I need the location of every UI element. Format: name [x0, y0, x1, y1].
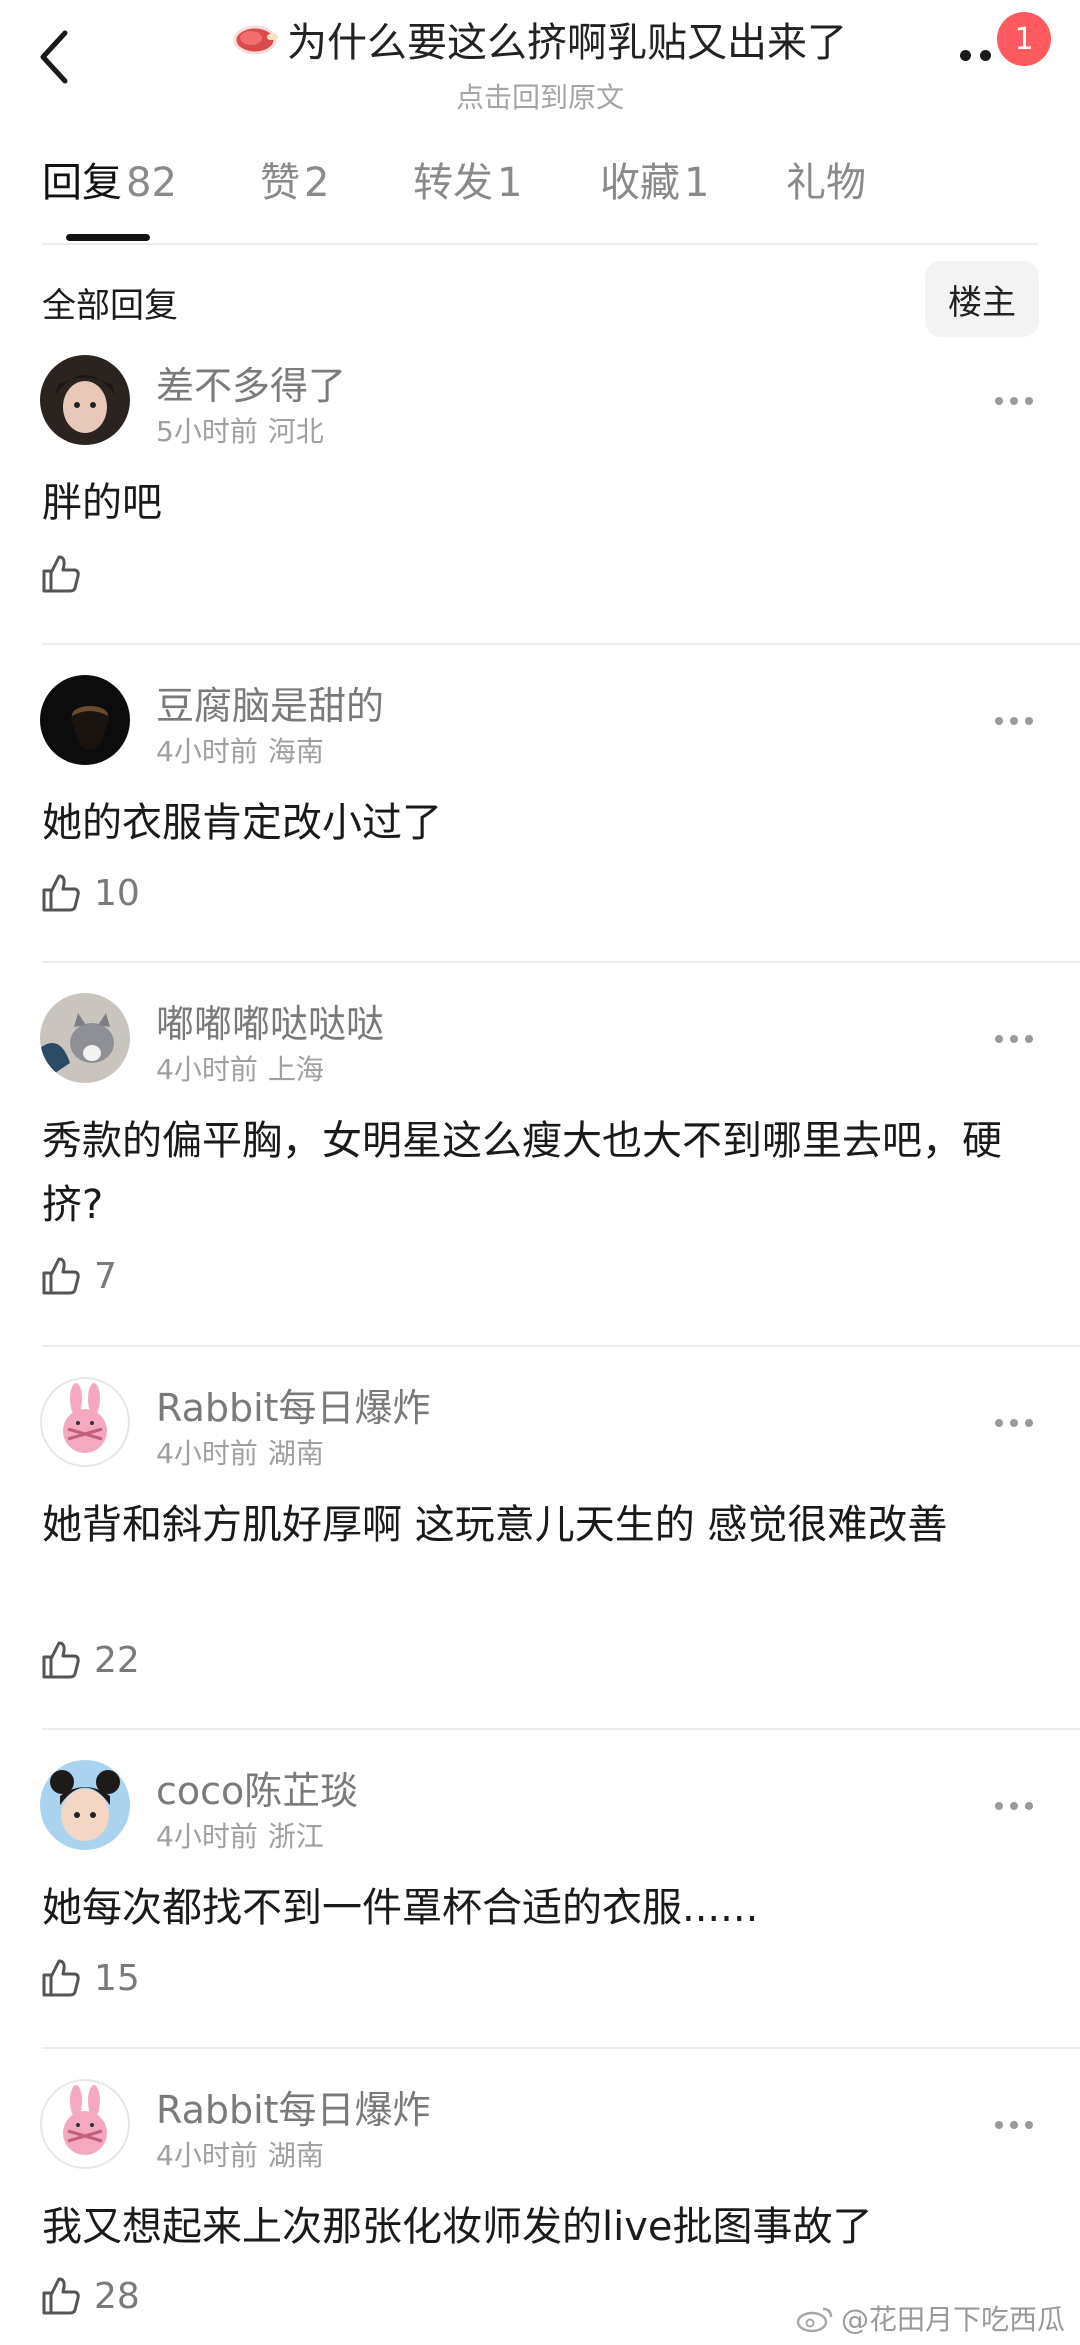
comment-location: 河北: [267, 415, 324, 448]
like-button[interactable]: 7: [40, 1255, 117, 1297]
tab-count: 1: [684, 160, 710, 206]
like-button[interactable]: [40, 553, 94, 595]
tab-gifts[interactable]: 礼物: [786, 150, 866, 208]
comment-location: 海南: [267, 735, 324, 768]
comment-time: 4小时前: [156, 1437, 258, 1470]
comment-more-button[interactable]: [995, 1035, 1033, 1043]
dot-icon: [980, 50, 991, 61]
owner-filter-button[interactable]: 楼主: [925, 261, 1039, 337]
username[interactable]: Rabbit每日爆炸: [156, 2079, 431, 2134]
comment-text: 胖的吧: [42, 480, 162, 526]
comment-more-button[interactable]: [995, 2121, 1033, 2129]
tab-label: 转发: [413, 160, 493, 206]
back-arrow-icon: [40, 30, 68, 84]
divider: [42, 243, 1038, 245]
avatar[interactable]: [40, 2079, 130, 2169]
thumbs-up-icon: [42, 1959, 80, 1997]
divider: [42, 961, 1080, 963]
comment-location: 浙江: [267, 1820, 324, 1853]
username[interactable]: 嘟嘟嘟哒哒哒: [156, 993, 384, 1048]
thumbs-up-icon: [42, 874, 80, 912]
comment-text: 她背和斜方肌好厚啊 这玩意儿天生的 感觉很难改善: [42, 1502, 948, 1548]
like-count: 15: [94, 1957, 140, 1999]
dot-icon: [960, 50, 971, 61]
tab-count: 2: [304, 160, 330, 206]
comment-location: 湖南: [267, 2139, 324, 2172]
divider: [42, 1728, 1080, 1730]
watermark-text: @花田月下吃西瓜: [841, 2303, 1066, 2336]
comment-meta: 5小时前 河北: [156, 410, 324, 450]
divider: [42, 2047, 1080, 2049]
like-count: 22: [94, 1639, 140, 1681]
tab-count: 1: [497, 160, 523, 206]
like-button[interactable]: 15: [40, 1957, 140, 1999]
comment-meta: 4小时前 浙江: [156, 1815, 324, 1855]
tab-replies[interactable]: 回复 82: [42, 150, 177, 208]
username[interactable]: coco陈芷琰: [156, 1760, 358, 1815]
comment-text: 她的衣服肯定改小过了: [42, 800, 442, 846]
comment-meta: 4小时前 湖南: [156, 1432, 324, 1472]
comment-time: 4小时前: [156, 1820, 258, 1853]
thumbs-up-icon: [42, 2277, 80, 2315]
comment-more-button[interactable]: [995, 397, 1033, 405]
tab-count: 82: [126, 160, 177, 206]
page-title: 为什么要这么挤啊乳贴又出来了: [287, 20, 847, 66]
comment-more-button[interactable]: [995, 717, 1033, 725]
tab-bar: 回复 82 赞2 转发 1 收藏 1 礼物: [0, 150, 1080, 245]
like-count: 7: [94, 1255, 117, 1297]
section-title: 全部回复: [42, 286, 178, 326]
thumbs-up-icon: [42, 1641, 80, 1679]
comment-time: 5小时前: [156, 415, 258, 448]
comment-location: 上海: [267, 1053, 324, 1086]
weibo-logo-icon: [796, 2307, 833, 2333]
tab-likes[interactable]: 赞2: [260, 150, 329, 208]
notification-badge[interactable]: 1: [997, 12, 1051, 66]
tab-label: 收藏: [600, 160, 680, 206]
username[interactable]: 豆腐脑是甜的: [156, 675, 384, 730]
like-button[interactable]: 22: [40, 1639, 140, 1681]
comment-time: 4小时前: [156, 735, 258, 768]
comment-text: 她每次都找不到一件罩杯合适的衣服......: [42, 1885, 759, 1931]
comment-time: 4小时前: [156, 1053, 258, 1086]
avatar[interactable]: [40, 675, 130, 765]
like-button[interactable]: 10: [40, 872, 140, 914]
username[interactable]: 差不多得了: [156, 355, 346, 410]
avatar[interactable]: [40, 1377, 130, 1467]
back-to-original-link[interactable]: 点击回到原文: [150, 76, 930, 116]
back-button[interactable]: [28, 22, 80, 92]
tab-favorites[interactable]: 收藏 1: [600, 150, 709, 208]
watermark: @花田月下吃西瓜: [795, 2298, 1065, 2338]
tab-label: 回复: [42, 160, 122, 206]
thumbs-up-icon: [42, 1257, 80, 1295]
avatar[interactable]: [40, 993, 130, 1083]
avatar[interactable]: [40, 355, 130, 445]
thumbs-up-icon: [42, 555, 80, 593]
comment-time: 4小时前: [156, 2139, 258, 2172]
meat-emoji-icon: [233, 25, 278, 55]
more-options-button[interactable]: [960, 50, 991, 61]
like-button[interactable]: 28: [40, 2275, 140, 2317]
avatar[interactable]: [40, 1760, 130, 1850]
comment-more-button[interactable]: [995, 1802, 1033, 1810]
comment-meta: 4小时前 上海: [156, 1048, 324, 1088]
comment-text: 秀款的偏平胸，女明星这么瘦大也大不到哪里去吧，硬挤?: [42, 1118, 1002, 1228]
comment-text: 我又想起来上次那张化妆师发的live批图事故了: [42, 2204, 873, 2250]
divider: [42, 1345, 1080, 1347]
active-tab-indicator: [66, 234, 150, 241]
comment-location: 湖南: [267, 1437, 324, 1470]
like-count: 28: [94, 2275, 140, 2317]
comment-meta: 4小时前 湖南: [156, 2134, 324, 2174]
tab-label: 赞: [260, 160, 300, 206]
top-bar: 为什么要这么挤啊乳贴又出来了 点击回到原文 1: [0, 0, 1080, 114]
username[interactable]: Rabbit每日爆炸: [156, 1377, 431, 1432]
comment-meta: 4小时前 海南: [156, 730, 324, 770]
divider: [42, 643, 1080, 645]
tab-label: 礼物: [786, 160, 866, 206]
tab-reposts[interactable]: 转发 1: [413, 150, 522, 208]
comment-more-button[interactable]: [995, 1419, 1033, 1427]
title-area[interactable]: 为什么要这么挤啊乳贴又出来了 点击回到原文: [150, 10, 930, 116]
like-count: 10: [94, 872, 140, 914]
